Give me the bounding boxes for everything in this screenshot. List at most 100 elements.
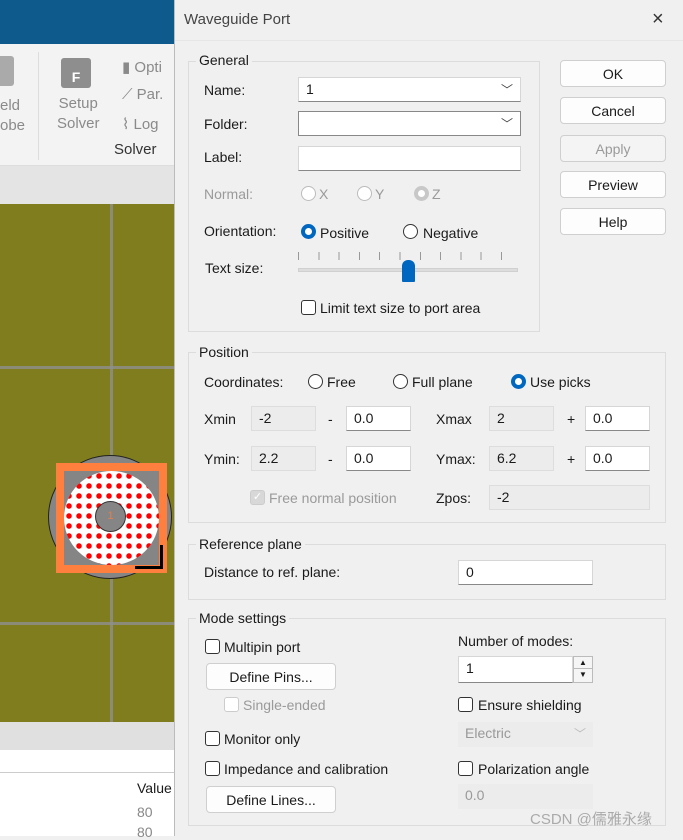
panel-tabs xyxy=(0,722,174,750)
coord-full-plane-radio[interactable] xyxy=(393,374,408,389)
label-label: Label: xyxy=(204,149,243,165)
text-size-label: Text size: xyxy=(205,260,264,276)
par-sweep-item[interactable]: ⟋ Par. xyxy=(122,86,163,103)
xmin-label: Xmin xyxy=(204,411,236,427)
polarization-input[interactable]: 0.0 xyxy=(458,784,593,809)
3d-viewport[interactable]: 1 xyxy=(0,204,174,722)
coord-full-plane-label: Full plane xyxy=(412,374,473,390)
chevron-down-icon: ﹀ xyxy=(500,83,513,97)
optimizer-item[interactable]: ▮ Opti xyxy=(122,58,162,76)
mode-settings-title: Mode settings xyxy=(196,610,290,626)
num-modes-input[interactable]: 1 xyxy=(458,656,573,683)
num-modes-spinner[interactable]: ▲ ▼ xyxy=(573,656,593,683)
coord-free-radio[interactable] xyxy=(308,374,323,389)
free-normal-checkbox[interactable]: ✓ xyxy=(250,490,265,505)
preview-button[interactable]: Preview xyxy=(560,171,666,198)
logfile-label: Log xyxy=(133,116,159,133)
ymin-input[interactable]: 2.2 xyxy=(251,446,316,471)
minus-sign: - xyxy=(328,411,333,427)
xmax-input[interactable]: 2 xyxy=(489,406,554,431)
normal-z-label: Z xyxy=(432,186,441,202)
plus-sign: + xyxy=(567,451,576,467)
monitor-only-checkbox[interactable] xyxy=(205,731,220,746)
distance-label: Distance to ref. plane: xyxy=(204,564,341,580)
ribbon-divider xyxy=(38,52,39,160)
title-divider xyxy=(175,40,683,41)
apply-button[interactable]: Apply xyxy=(560,135,666,162)
shielding-type-value: Electric xyxy=(465,725,511,741)
close-icon[interactable]: × xyxy=(652,8,664,31)
distance-input[interactable]: 0 xyxy=(458,560,593,585)
coordinates-label: Coordinates: xyxy=(204,374,284,390)
minus-sign: - xyxy=(328,451,333,467)
zpos-input[interactable]: -2 xyxy=(489,485,650,510)
normal-x-radio[interactable] xyxy=(301,186,316,201)
parameter-list: Value 80 80 xyxy=(0,722,174,840)
single-ended-checkbox[interactable] xyxy=(224,697,239,712)
field-probe-label-2: obe xyxy=(0,117,26,134)
label-input[interactable] xyxy=(298,146,521,171)
impedance-label: Impedance and calibration xyxy=(224,761,389,777)
cancel-button[interactable]: Cancel xyxy=(560,97,666,124)
polarization-checkbox[interactable] xyxy=(458,761,473,776)
xmin-offset-input[interactable]: 0.0 xyxy=(346,406,411,431)
ymin-offset-input[interactable]: 0.0 xyxy=(346,446,411,471)
ymax-input[interactable]: 6.2 xyxy=(489,446,554,471)
name-label: Name: xyxy=(204,82,246,98)
setup-solver-label: Setup xyxy=(58,95,98,112)
optimizer-icon: ▮ xyxy=(122,59,135,76)
single-ended-label: Single-ended xyxy=(243,697,326,713)
logfile-item[interactable]: ⌇ Log xyxy=(122,115,159,133)
toolbar-strip xyxy=(0,166,174,204)
solver-group-label: Solver xyxy=(114,141,157,158)
monitor-only-label: Monitor only xyxy=(224,731,301,747)
orientation-negative-radio[interactable] xyxy=(403,224,418,239)
folder-combobox[interactable]: ﹀ xyxy=(298,111,521,136)
orientation-negative-label: Negative xyxy=(423,225,479,241)
normal-z-radio[interactable] xyxy=(414,186,429,201)
name-combobox[interactable]: 1 ﹀ xyxy=(298,77,521,102)
chevron-down-icon: ﹀ xyxy=(500,117,513,131)
ribbon: eld obe F Setup Solver ▮ Opti ⟋ Par. ⌇ Log… xyxy=(0,44,174,166)
table-cell[interactable]: 80 xyxy=(137,804,153,820)
slider-thumb[interactable] xyxy=(402,260,415,282)
shielding-type-select[interactable]: Electric ﹀ xyxy=(458,722,593,747)
position-group-title: Position xyxy=(196,344,252,360)
plus-sign: + xyxy=(567,411,576,427)
xmax-offset-input[interactable]: 0.0 xyxy=(585,406,650,431)
slider-ticks xyxy=(298,252,518,260)
ensure-shielding-checkbox[interactable] xyxy=(458,697,473,712)
par-sweep-label: Par. xyxy=(136,86,164,103)
spin-down-icon[interactable]: ▼ xyxy=(574,669,592,681)
limit-text-checkbox[interactable] xyxy=(301,300,316,315)
app-title-bar xyxy=(0,0,174,44)
setup-solver-label-2: Solver xyxy=(57,115,100,132)
coord-use-picks-label: Use picks xyxy=(530,374,591,390)
reference-plane-title: Reference plane xyxy=(196,536,305,552)
polarization-label: Polarization angle xyxy=(478,761,590,777)
multipin-checkbox[interactable] xyxy=(205,639,220,654)
orientation-positive-radio[interactable] xyxy=(301,224,316,239)
spin-up-icon[interactable]: ▲ xyxy=(574,657,592,669)
value-column-header[interactable]: Value xyxy=(137,780,172,796)
help-button[interactable]: Help xyxy=(560,208,666,235)
dialog-title: Waveguide Port xyxy=(184,11,291,28)
setup-solver-button[interactable]: F Setup Solver xyxy=(55,54,105,134)
normal-y-radio[interactable] xyxy=(357,186,372,201)
num-modes-label: Number of modes: xyxy=(458,633,574,649)
port-number-circle: 1 xyxy=(95,501,126,532)
field-probe-button[interactable]: eld obe xyxy=(0,96,25,136)
par-sweep-icon: ⟋ xyxy=(122,86,137,103)
coord-use-picks-radio[interactable] xyxy=(511,374,526,389)
ymax-offset-input[interactable]: 0.0 xyxy=(585,446,650,471)
xmin-input[interactable]: -2 xyxy=(251,406,316,431)
orientation-positive-label: Positive xyxy=(320,225,370,241)
define-lines-button[interactable]: Define Lines... xyxy=(206,786,336,813)
grid-line xyxy=(0,622,174,625)
table-cell[interactable]: 80 xyxy=(137,824,153,840)
ymax-label: Ymax: xyxy=(436,451,476,467)
name-value: 1 xyxy=(306,81,314,97)
define-pins-button[interactable]: Define Pins... xyxy=(206,663,336,690)
ok-button[interactable]: OK xyxy=(560,60,666,87)
impedance-checkbox[interactable] xyxy=(205,761,220,776)
